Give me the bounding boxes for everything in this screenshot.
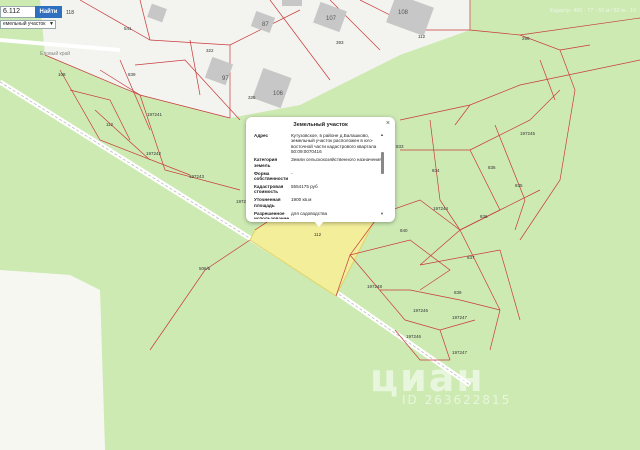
popup-row: Разрешенное использование для садоводств…: [254, 211, 384, 219]
popup-value: -: [291, 170, 293, 176]
parcel-label: 197243: [189, 174, 205, 179]
scroll-up-icon[interactable]: ▲: [380, 132, 384, 137]
parcel-label: 839: [454, 290, 462, 295]
popup-row: Кадастровая стоимость 5554175 руб: [254, 184, 384, 195]
parcel-label: 197241: [147, 112, 163, 117]
popup-key: Форма собственности: [254, 170, 289, 182]
parcel-label: 833: [396, 144, 404, 149]
parcel-label: 197245: [520, 131, 536, 136]
house-number: 108: [398, 10, 409, 16]
parcel-label: 839: [128, 72, 136, 77]
parcel-label: 325: [248, 95, 256, 100]
parcel-label: 112: [106, 122, 114, 127]
search-button[interactable]: Найти: [35, 6, 62, 18]
parcel-label: 836: [480, 214, 488, 219]
object-type-value: емельный участок: [3, 21, 46, 27]
search-result-count: 118: [66, 10, 74, 16]
parcel-label: 197244: [433, 206, 449, 211]
popup-value: для садоводства: [291, 210, 328, 216]
parcel-label: 840: [400, 228, 408, 233]
parcel-label: 108: [58, 72, 66, 77]
scroll-down-icon[interactable]: ▼: [380, 211, 384, 216]
popup-key: Кадастровая стоимость: [254, 184, 284, 195]
popup-row: Категория земель Земли сельскохозяйствен…: [254, 157, 384, 168]
popup-key: Категория земель: [254, 157, 278, 168]
popup-title: Земельный участок: [293, 122, 348, 128]
popup-value: 5554175 руб: [291, 184, 318, 190]
parcel-label: 834: [432, 168, 440, 173]
parcel-label: 837: [467, 255, 475, 260]
parcel-label: 197247: [452, 350, 468, 355]
popup-key: Уточненная площадь: [254, 197, 281, 208]
parcel-label: 296: [522, 36, 530, 41]
house: [282, 0, 302, 6]
popup-scrollbar[interactable]: ▲ ▼: [380, 132, 384, 216]
popup-row: Форма собственности -: [254, 171, 384, 182]
popup-value: Кутузовское, в районе д.Балашково, земел…: [291, 133, 377, 155]
parcel-label: 506/5: [199, 266, 211, 271]
popup-key: Разрешенное использование: [254, 210, 290, 219]
white-zone: [0, 270, 105, 450]
watermark-id: ID 263622815: [402, 393, 512, 407]
popup-row: Адрес Кутузовское, в районе д.Балашково,…: [254, 133, 384, 155]
parcel-label: 322: [206, 48, 214, 53]
house-number: 97: [222, 76, 229, 82]
house-number: 107: [326, 16, 337, 22]
popup-pointer: [314, 221, 324, 227]
parcel-label: 197248: [367, 284, 383, 289]
scroll-thumb[interactable]: [380, 152, 384, 174]
parcel-label: 197246: [406, 334, 422, 339]
parcel-label: 197242: [146, 151, 162, 156]
parcel-label: 541: [124, 26, 132, 31]
house-number: 87: [262, 22, 269, 28]
house-number: 106: [273, 91, 284, 97]
parcel-label: 835: [515, 183, 523, 188]
parcel-label: 197247: [452, 315, 468, 320]
popup-value: Земли сельскохозяйственного назначения: [291, 157, 382, 163]
chevron-down-icon: ▼: [49, 21, 54, 27]
parcel-label: 197246: [413, 308, 429, 313]
road-label: Еловый край: [40, 50, 70, 57]
map-info-text: Кадастр. 400 · 77 · 50 м ⁄ 82 м · 10: [549, 8, 636, 14]
close-icon[interactable]: ×: [386, 120, 390, 127]
parcel-label: 112: [418, 34, 426, 39]
parcel-label: 393: [336, 40, 344, 45]
popup-row: Уточненная площадь 1900 кв.м: [254, 197, 384, 208]
popup-key: Адрес: [254, 133, 269, 138]
parcel-label: 836: [488, 165, 496, 170]
popup-body: Адрес Кутузовское, в районе д.Балашково,…: [254, 133, 384, 219]
object-type-select[interactable]: емельный участок ▼: [0, 20, 56, 29]
parcel-label: 112: [314, 232, 322, 237]
popup-value: 1900 кв.м: [291, 197, 312, 203]
parcel-info-popup: Земельный участок × Адрес Кутузовское, в…: [246, 117, 395, 222]
